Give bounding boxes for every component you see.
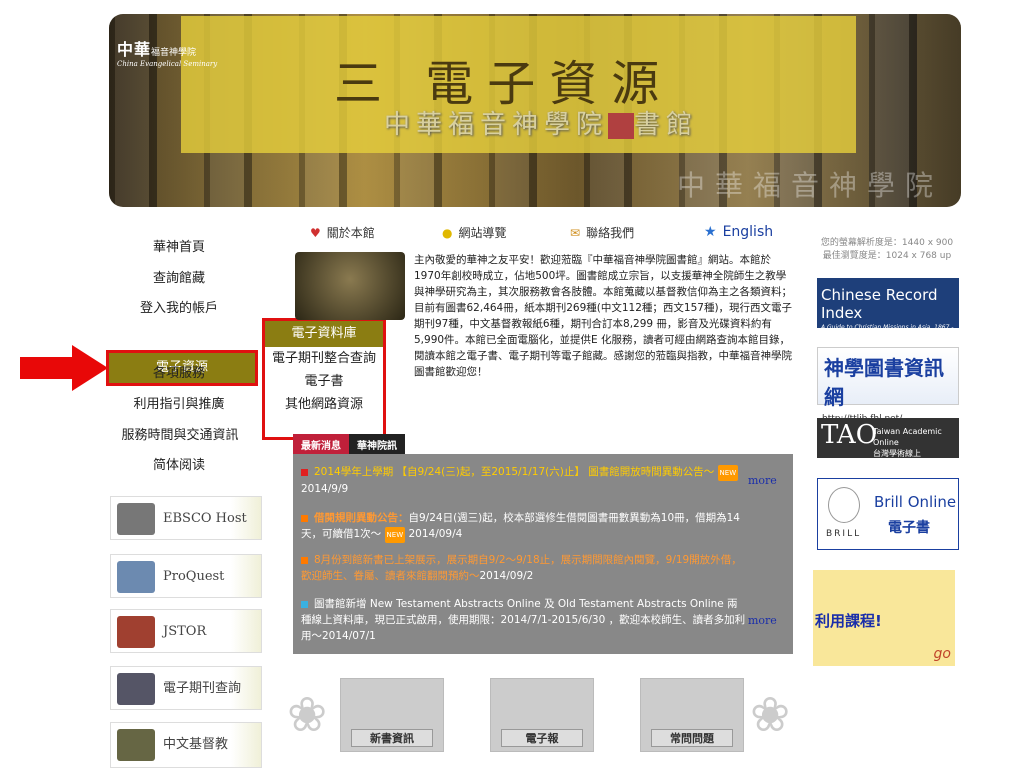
- proquest-thumbnail: [117, 561, 155, 593]
- bullet-icon: [301, 600, 308, 608]
- lightbulb-icon: ●: [442, 226, 453, 240]
- nav-my-account[interactable]: 登入我的帳戶: [108, 296, 250, 322]
- news-item[interactable]: 借閱規則異動公告：自9/24日(週三)起，校本部選修生借閱圖書冊數異動為10冊，…: [301, 510, 747, 543]
- db-jstor[interactable]: JSTOR: [110, 609, 262, 653]
- ebsco-thumbnail: [117, 503, 155, 535]
- heart-icon: ♥: [310, 226, 321, 240]
- envelope-icon: ✉: [570, 226, 581, 240]
- brill-seal-icon: [828, 487, 860, 523]
- seminary-logo[interactable]: 中華福音神學院 China Evangelical Seminary: [117, 36, 217, 68]
- chinese-record-index-link[interactable]: Chinese Record Index A Guide to Christia…: [817, 278, 959, 338]
- bullet-icon: [301, 556, 308, 564]
- news-item[interactable]: 圖書館新增 New Testament Abstracts Online 及 O…: [301, 596, 747, 644]
- submenu-ebooks[interactable]: 電子書: [265, 370, 383, 393]
- electronic-resources-submenu: 電子資料庫 電子期刊整合查詢 電子書 其他網路資源: [262, 318, 386, 440]
- journal-thumbnail: [117, 673, 155, 705]
- welcome-intro: 主內敬愛的華神之友平安！歡迎蒞臨『中華福音神學院圖書館』網站。本館於1970年創…: [414, 254, 793, 378]
- db-journal-search[interactable]: 電子期刊查詢: [110, 666, 262, 710]
- db-proquest[interactable]: ProQuest: [110, 554, 262, 598]
- library-course-link[interactable]: 利用課程! go: [813, 570, 955, 666]
- star-icon: ★: [704, 224, 717, 240]
- library-seal-icon: [608, 113, 635, 139]
- news-tabs: 最新消息 華神院訊: [293, 434, 405, 455]
- resolution-info: 您的螢幕解析度是：1440 x 900 最佳瀏覽度是：1024 x 768 up: [820, 238, 954, 261]
- bullet-icon: [301, 514, 308, 522]
- banner-spine-text: 中華福音神學院: [676, 169, 943, 202]
- ornament-icon: ❀: [750, 687, 791, 743]
- header-banner: 中華福音神學院 China Evangelical Seminary 三 電子資…: [109, 14, 961, 207]
- nav-search-catalog[interactable]: 查詢館藏: [108, 266, 250, 292]
- db-chinese-christian[interactable]: 中文基督教: [110, 722, 262, 768]
- tab-fhl-news[interactable]: 華神院訊: [349, 434, 405, 455]
- faq-button[interactable]: 常問問題: [640, 678, 744, 752]
- news-item[interactable]: 8月份到館新書已上架展示，展示期自9/2～9/18止，展示期間限館內閱覽，9/1…: [301, 552, 747, 584]
- more-link[interactable]: more: [748, 614, 777, 627]
- news-panel: 2014學年上學期 【自9/24(三)起，至2015/1/17(六)止】 圖書館…: [293, 454, 793, 654]
- ornament-icon: ❀: [287, 687, 328, 743]
- chinese-db-thumbnail: [117, 729, 155, 761]
- jstor-thumbnail: [117, 616, 155, 648]
- nav-hours-transport[interactable]: 服務時間與交通資訊: [100, 423, 260, 449]
- newsletter-button[interactable]: 電子報: [490, 678, 594, 752]
- crucifix-photo: [295, 252, 405, 320]
- tab-latest-news[interactable]: 最新消息: [293, 434, 349, 455]
- banner-subtitle: 中華福音神學院 書館: [384, 110, 699, 140]
- brill-online-link[interactable]: Brill Online 電子書 BRILL: [817, 478, 959, 550]
- new-badge: NEW: [384, 527, 406, 543]
- db-ebsco[interactable]: EBSCO Host: [110, 496, 262, 540]
- new-books-button[interactable]: 新書資訊: [340, 678, 444, 752]
- nav-fhl-home[interactable]: 華神首頁: [108, 235, 250, 261]
- menu-english[interactable]: ★ English: [704, 224, 773, 240]
- bullet-icon: [301, 468, 308, 476]
- new-badge: NEW: [717, 465, 739, 481]
- red-arrow-icon: [20, 345, 108, 391]
- menu-contact[interactable]: ✉ 聯絡我們: [570, 224, 634, 241]
- nav-simplified-chinese[interactable]: 简体阅读: [108, 453, 250, 479]
- submenu-databases[interactable]: 電子資料庫: [265, 321, 383, 347]
- submenu-other-resources[interactable]: 其他網路資源: [265, 393, 383, 416]
- submenu-journal-search[interactable]: 電子期刊整合查詢: [265, 347, 383, 370]
- news-item[interactable]: 2014學年上學期 【自9/24(三)起，至2015/1/17(六)止】 圖書館…: [301, 464, 747, 497]
- menu-site-guide[interactable]: ● 網站導覽: [442, 224, 507, 241]
- more-link[interactable]: more: [748, 474, 777, 487]
- nav-guide-promotion[interactable]: 利用指引與推廣: [108, 392, 250, 418]
- ttlib-link[interactable]: 神學圖書資訊網 http://ttlib.fhl.net/: [817, 347, 959, 424]
- nav-services[interactable]: 各項服務: [108, 361, 250, 387]
- menu-about[interactable]: ♥ 關於本館: [310, 224, 375, 241]
- tao-link[interactable]: TAO Taiwan Academic Online 台灣學術線上: [817, 418, 959, 458]
